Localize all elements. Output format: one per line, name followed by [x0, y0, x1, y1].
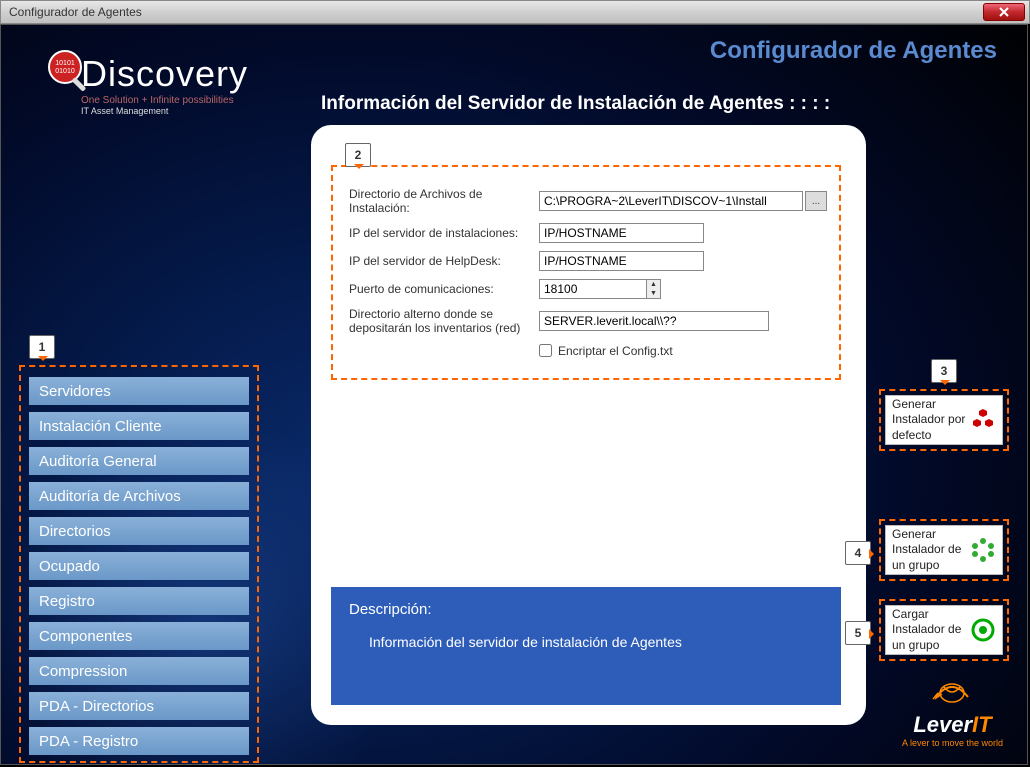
close-icon — [998, 7, 1010, 17]
sidebar-item-label: PDA - Directorios — [39, 698, 154, 715]
callout-badge-4: 4 — [845, 541, 871, 565]
sidebar-item-servidores[interactable]: Servidores — [29, 377, 249, 405]
button-generate-default-installer[interactable]: Generar Instalador por defecto — [885, 395, 1003, 445]
sidebar-item-label: Auditoría General — [39, 453, 157, 470]
input-port[interactable] — [539, 279, 647, 299]
callout-load-group: 5 Cargar Instalador de un grupo — [879, 599, 1009, 661]
magnifier-icon: 10101 01010 — [43, 45, 93, 95]
row-port: Puerto de comunicaciones: ▲ ▼ — [349, 279, 827, 299]
row-install-dir: Directorio de Archivos de Instalación: .… — [349, 187, 827, 215]
callout-badge-2: 2 — [345, 143, 371, 167]
vendor-logo: LeverIT A lever to move the world — [902, 667, 1003, 748]
sidebar-item-ocupado[interactable]: Ocupado — [29, 552, 249, 580]
callout-generate-default: 3 Generar Instalador por defecto — [879, 389, 1009, 451]
input-alt-dir[interactable] — [539, 311, 769, 331]
sidebar-item-directorios[interactable]: Directorios — [29, 517, 249, 545]
row-ip-helpdesk: IP del servidor de HelpDesk: — [349, 251, 827, 271]
svg-text:10101: 10101 — [55, 60, 75, 67]
callout-badge-3: 3 — [931, 359, 957, 383]
sidebar-item-label: Compression — [39, 663, 127, 680]
logo-tagline-1: One Solution + Infinite possibilities — [81, 95, 248, 106]
input-ip-helpdesk[interactable] — [539, 251, 704, 271]
page-title: Configurador de Agentes — [710, 37, 997, 65]
callout-badge-5: 5 — [845, 621, 871, 645]
asterisk-green-icon — [970, 537, 996, 563]
logo-text: Discovery — [81, 53, 248, 95]
row-alt-dir: Directorio alterno donde se depositarán … — [349, 307, 827, 336]
window-title: Configurador de Agentes — [9, 5, 142, 19]
product-logo: 10101 01010 Discovery One Solution + Inf… — [51, 53, 248, 116]
sidebar-item-label: Auditoría de Archivos — [39, 488, 181, 505]
checkbox-encrypt[interactable] — [539, 344, 552, 357]
input-install-dir[interactable] — [539, 191, 803, 211]
sidebar-item-label: Directorios — [39, 523, 111, 540]
svg-text:01010: 01010 — [55, 68, 75, 75]
sidebar-item-componentes[interactable]: Componentes — [29, 622, 249, 650]
label-port: Puerto de comunicaciones: — [349, 282, 539, 296]
sidebar-item-label: Instalación Cliente — [39, 418, 162, 435]
window-close-button[interactable] — [983, 3, 1025, 21]
sidebar-item-label: Registro — [39, 593, 95, 610]
form-callout: 2 Directorio de Archivos de Instalación:… — [331, 165, 841, 380]
input-ip-install[interactable] — [539, 223, 704, 243]
logo-tagline-2: IT Asset Management — [81, 106, 248, 116]
label-ip-install: IP del servidor de instalaciones: — [349, 226, 539, 240]
window-titlebar: Configurador de Agentes — [0, 0, 1030, 24]
callout-generate-group: 4 Generar Instalador de un grupo — [879, 519, 1009, 581]
description-panel: Descripción: Información del servidor de… — [331, 587, 841, 705]
button-label: Cargar Instalador de un grupo — [892, 607, 966, 654]
button-load-group-installer[interactable]: Cargar Instalador de un grupo — [885, 605, 1003, 655]
sidebar-item-pda-directorios[interactable]: PDA - Directorios — [29, 692, 249, 720]
spinner-down-icon[interactable]: ▼ — [647, 289, 660, 298]
port-spinner[interactable]: ▲ ▼ — [647, 279, 661, 299]
app-body: Configurador de Agentes 10101 01010 Disc… — [0, 24, 1028, 765]
hex-red-icon — [970, 407, 996, 433]
sidebar-item-pda-registro[interactable]: PDA - Registro — [29, 727, 249, 755]
sidebar-item-auditoria-general[interactable]: Auditoría General — [29, 447, 249, 475]
label-install-dir: Directorio de Archivos de Instalación: — [349, 187, 539, 215]
row-encrypt: Encriptar el Config.txt — [539, 344, 827, 358]
sidebar-item-label: Servidores — [39, 383, 111, 400]
label-encrypt: Encriptar el Config.txt — [558, 344, 673, 358]
description-heading: Descripción: — [349, 601, 823, 618]
sidebar-item-instalacion-cliente[interactable]: Instalación Cliente — [29, 412, 249, 440]
sidebar-item-auditoria-archivos[interactable]: Auditoría de Archivos — [29, 482, 249, 510]
spinner-up-icon[interactable]: ▲ — [647, 280, 660, 289]
sidebar-item-label: PDA - Registro — [39, 733, 138, 750]
sidebar-item-label: Componentes — [39, 628, 132, 645]
button-generate-group-installer[interactable]: Generar Instalador de un grupo — [885, 525, 1003, 575]
target-green-icon — [970, 617, 996, 643]
label-ip-helpdesk: IP del servidor de HelpDesk: — [349, 254, 539, 268]
callout-badge-1: 1 — [29, 335, 55, 359]
sidebar-item-label: Ocupado — [39, 558, 100, 575]
button-label: Generar Instalador por defecto — [892, 397, 966, 444]
globe-icon — [930, 667, 974, 705]
section-heading: Información del Servidor de Instalación … — [321, 93, 830, 115]
sidebar-item-registro[interactable]: Registro — [29, 587, 249, 615]
sidebar-callout: 1 Servidores Instalación Cliente Auditor… — [19, 365, 259, 763]
browse-button[interactable]: ... — [805, 191, 827, 211]
vendor-name: LeverIT — [902, 712, 1003, 738]
button-label: Generar Instalador de un grupo — [892, 527, 966, 574]
row-ip-install: IP del servidor de instalaciones: — [349, 223, 827, 243]
sidebar-item-compression[interactable]: Compression — [29, 657, 249, 685]
description-text: Información del servidor de instalación … — [369, 634, 823, 650]
main-panel: 2 Directorio de Archivos de Instalación:… — [311, 125, 866, 725]
vendor-tagline: A lever to move the world — [902, 738, 1003, 748]
label-alt-dir: Directorio alterno donde se depositarán … — [349, 307, 539, 336]
